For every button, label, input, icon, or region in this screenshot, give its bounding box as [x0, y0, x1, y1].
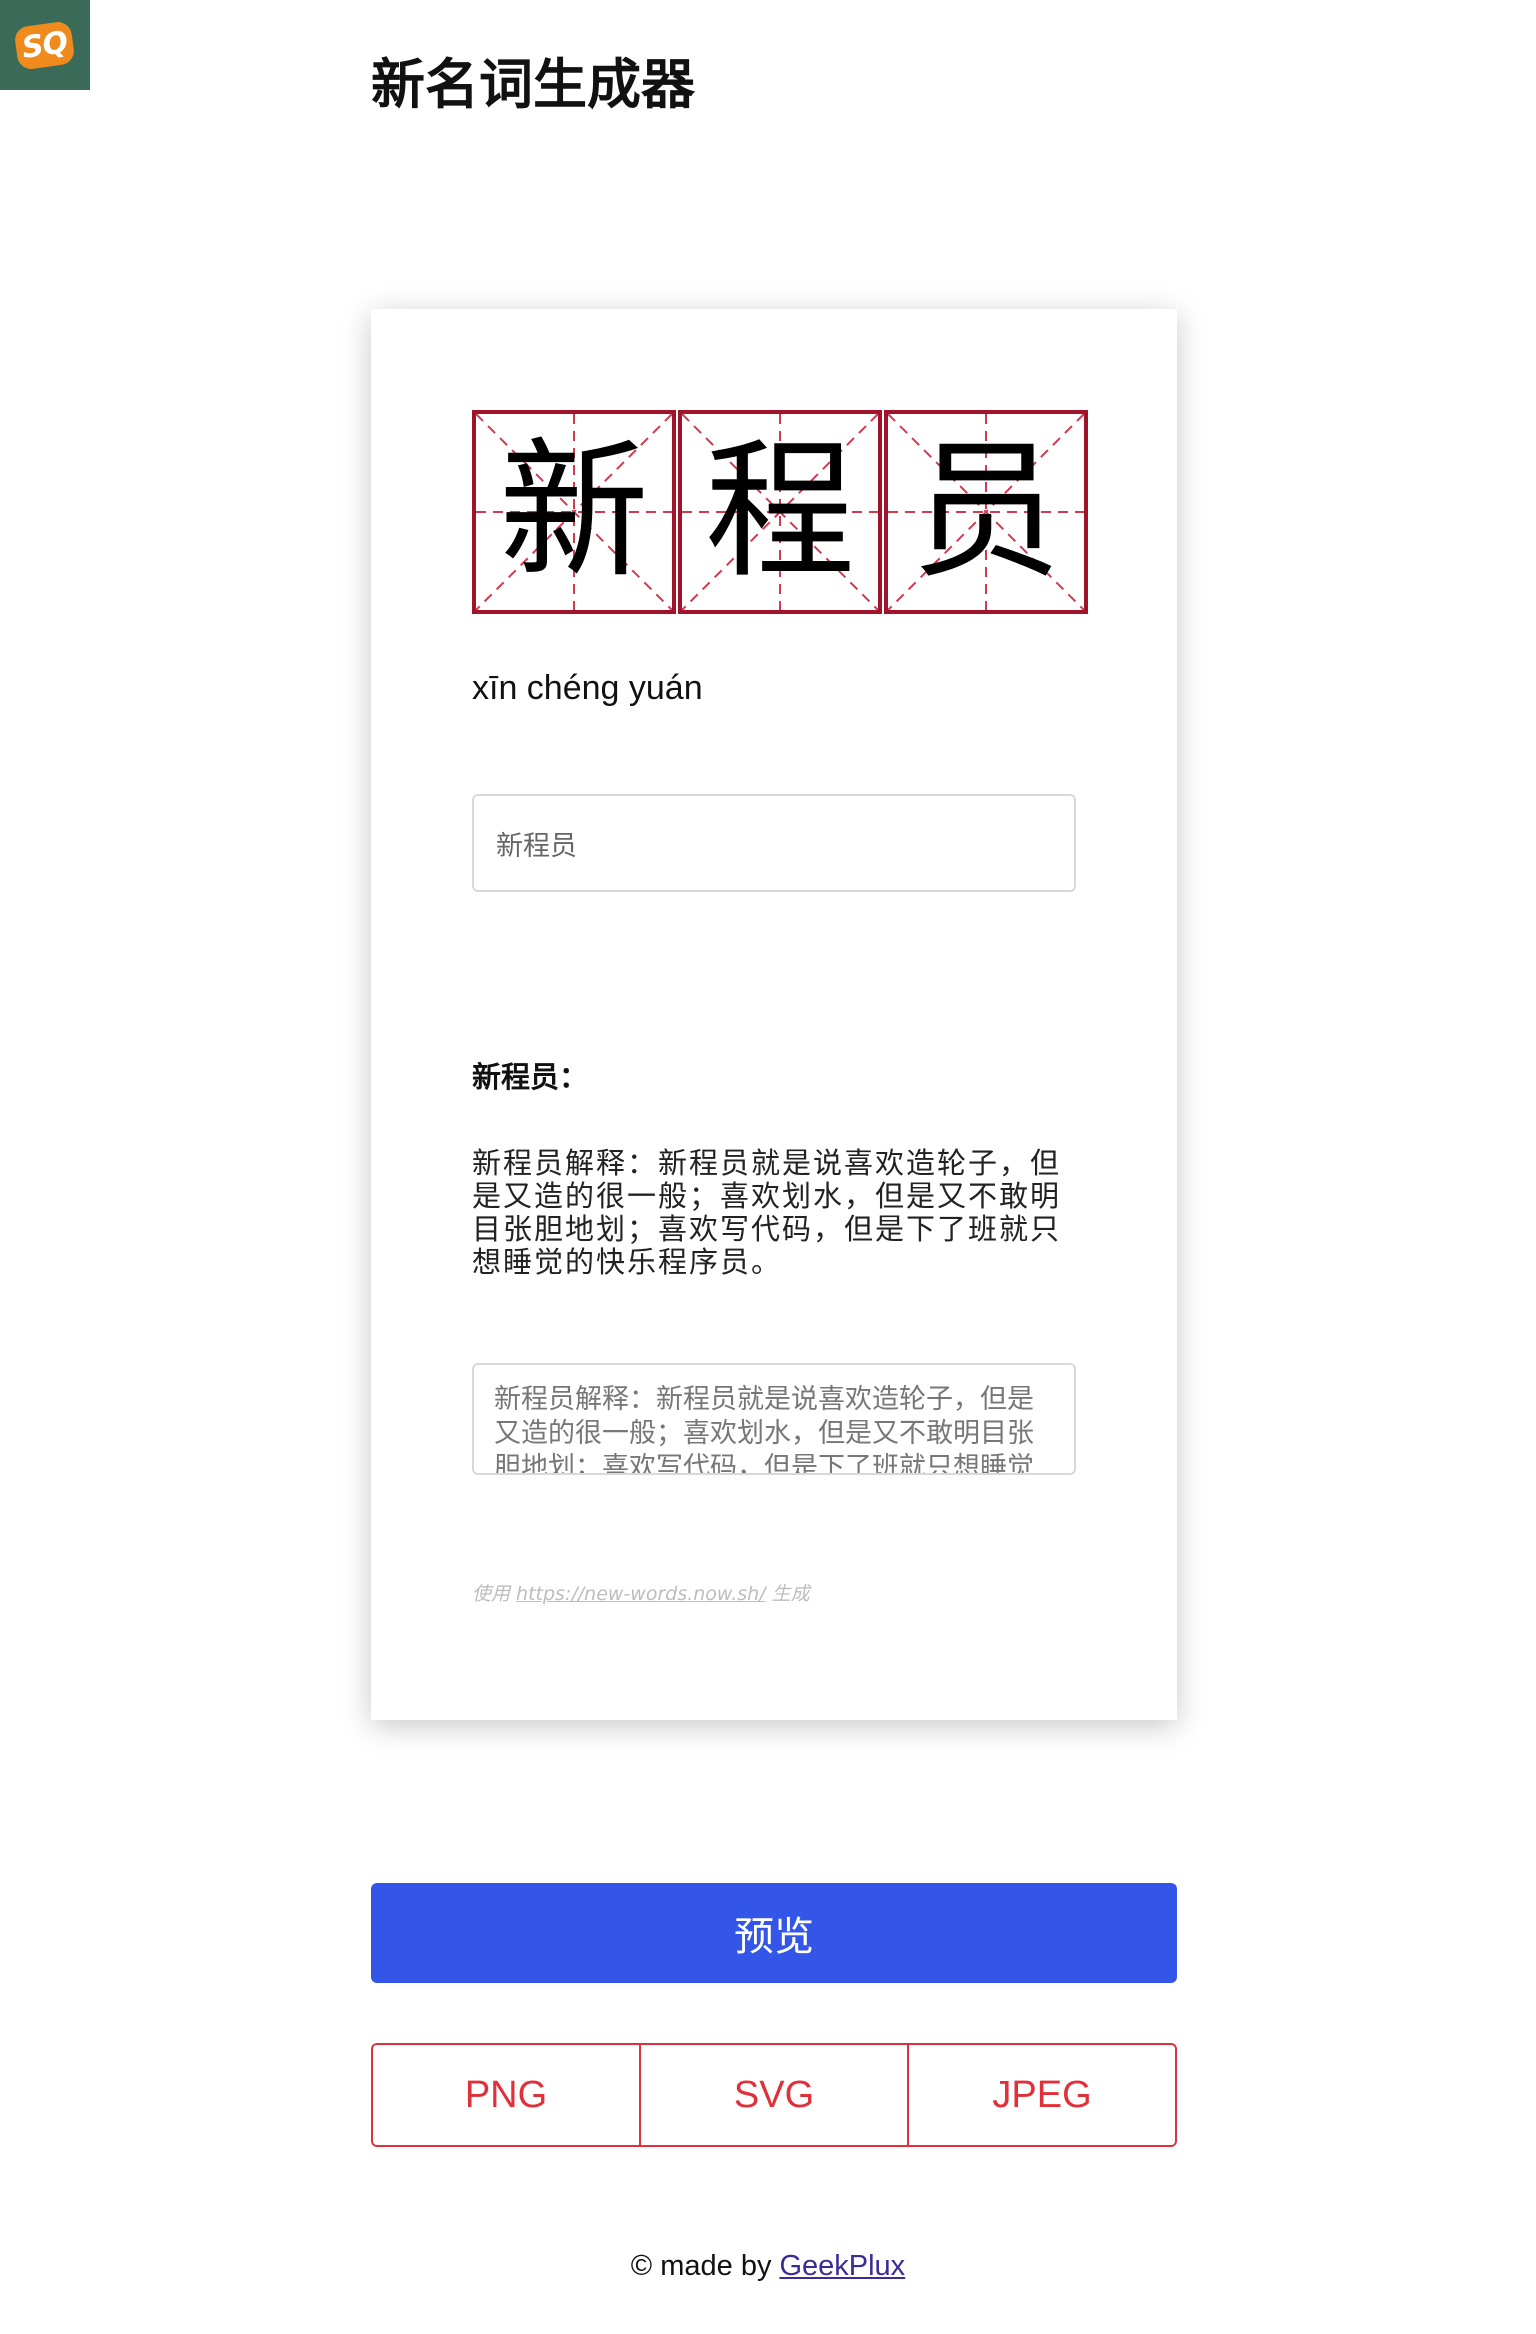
logo-text: SQ — [13, 19, 77, 71]
footer-author-link[interactable]: GeekPlux — [779, 2250, 905, 2282]
credit-suffix: 生成 — [765, 1583, 810, 1605]
character-glyph: 员 — [910, 425, 1061, 599]
character-grid: 新 程 员 — [472, 410, 1090, 614]
credit-line: 使用 https://new-words.now.sh/ 生成 — [472, 1579, 810, 1606]
character-glyph: 程 — [704, 425, 855, 599]
page-title: 新名词生成器 — [371, 53, 695, 116]
export-jpeg-button[interactable]: JPEG — [907, 2045, 1175, 2145]
export-button-group: PNG SVG JPEG — [371, 2043, 1177, 2147]
pinyin-text: xīn chéng yuán — [472, 669, 703, 707]
definition-heading: 新程员： — [472, 1060, 589, 1094]
preview-button[interactable]: 预览 — [371, 1883, 1177, 1983]
character-cell: 员 — [884, 410, 1088, 614]
export-png-button[interactable]: PNG — [373, 2045, 639, 2145]
credit-prefix: 使用 — [472, 1583, 517, 1605]
credit-link[interactable]: https://new-words.now.sh/ — [516, 1583, 766, 1605]
word-card: 新 程 员 xīn chéng yuán 新程员 新程员： 新程员解释：新程员就… — [371, 309, 1177, 1720]
word-input[interactable] — [472, 794, 1076, 892]
export-svg-button[interactable]: SVG — [639, 2045, 907, 2145]
sq-logo-icon[interactable]: SQ — [0, 0, 90, 90]
footer: © made by GeekPlux — [0, 2250, 1536, 2283]
character-glyph: 新 — [498, 425, 649, 599]
definition-body: 新程员解释：新程员就是说喜欢造轮子，但是又造的很一般；喜欢划水，但是又不敢明目张… — [472, 1146, 1062, 1279]
character-cell: 程 — [678, 410, 882, 614]
character-cell: 新 — [472, 410, 676, 614]
definition-textarea[interactable]: 新程员解释：新程员就是说喜欢造轮子，但是又造的很一般；喜欢划水，但是又不敢明目张… — [472, 1363, 1076, 1475]
footer-prefix: © made by — [630, 2250, 772, 2282]
